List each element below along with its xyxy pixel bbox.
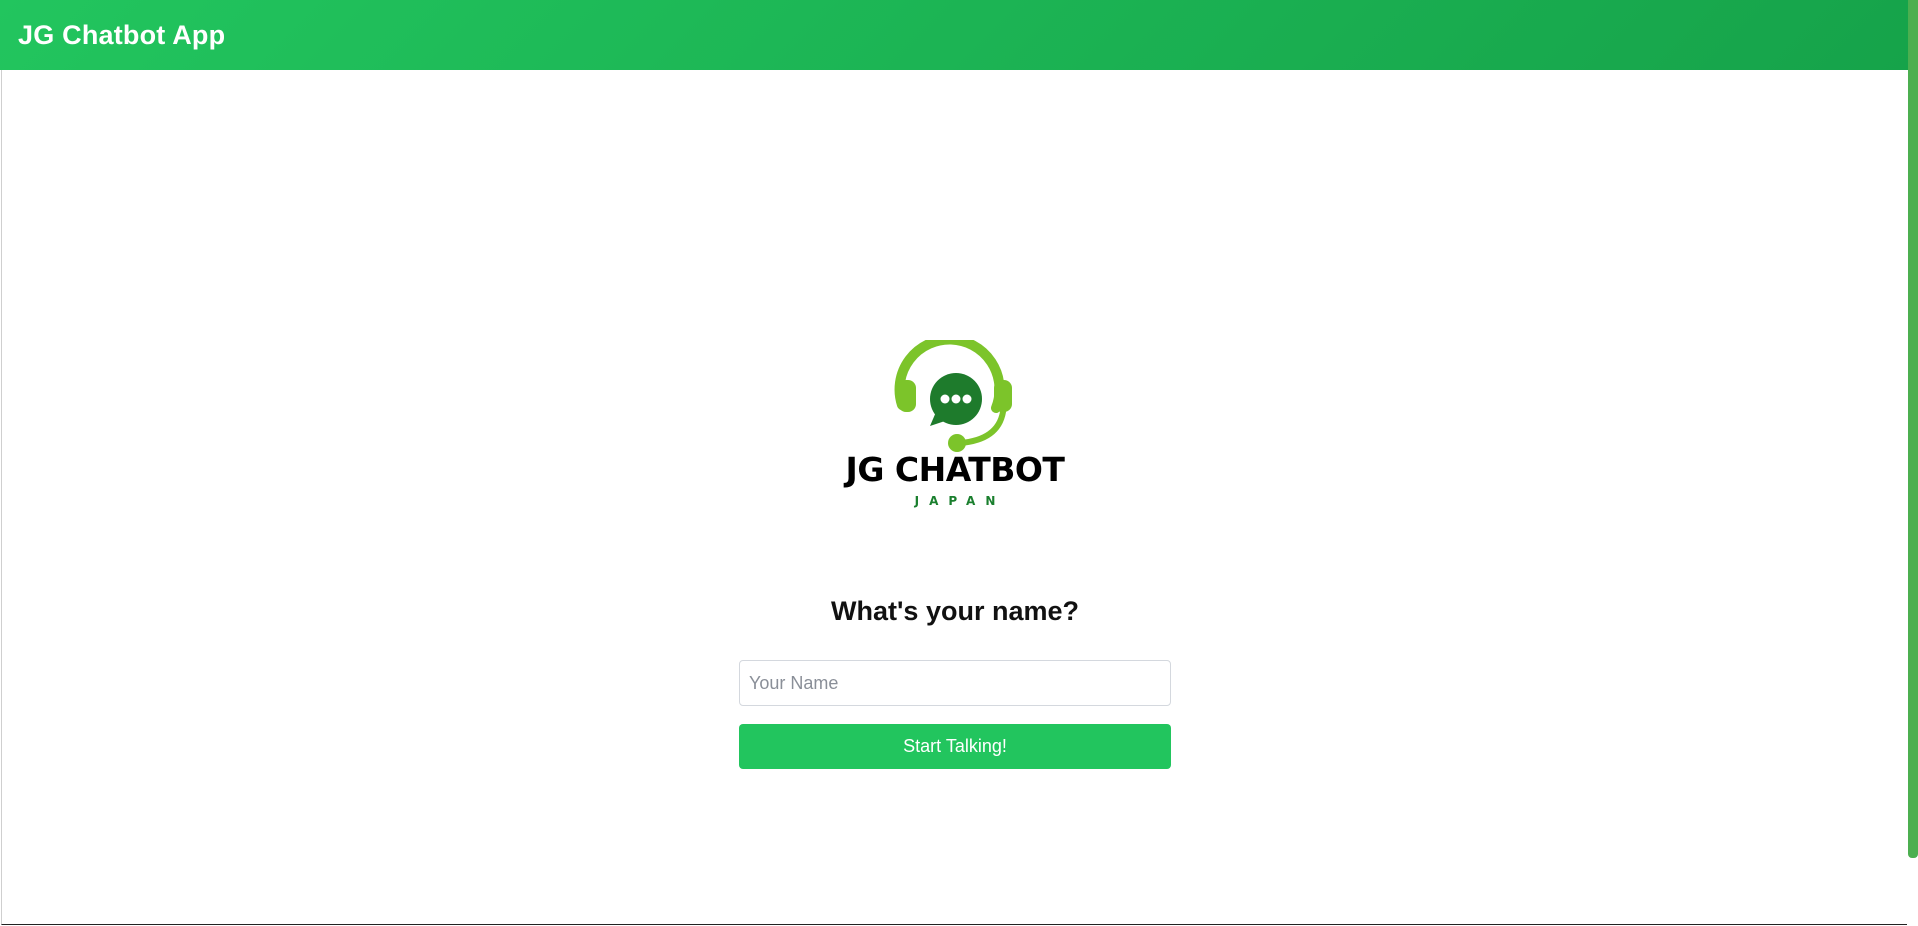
name-input[interactable] bbox=[739, 660, 1171, 706]
logo-brand-text: JG CHATBOT bbox=[845, 450, 1065, 489]
headset-chat-bubble-icon bbox=[894, 340, 1012, 452]
start-talking-button[interactable]: Start Talking! bbox=[739, 724, 1171, 769]
scrollbar-thumb[interactable] bbox=[1908, 0, 1918, 858]
logo-sub-text: JAPAN bbox=[914, 494, 1006, 508]
app-window: JG Chatbot App JG CHATBOT JAPAN What's y… bbox=[0, 0, 1918, 926]
scrollbar[interactable] bbox=[1908, 0, 1918, 926]
logo: JG CHATBOT JAPAN bbox=[840, 340, 1070, 515]
top-bar: JG Chatbot App bbox=[0, 0, 1908, 70]
app-title: JG Chatbot App bbox=[18, 19, 226, 50]
name-question-heading: What's your name? bbox=[831, 596, 1079, 626]
